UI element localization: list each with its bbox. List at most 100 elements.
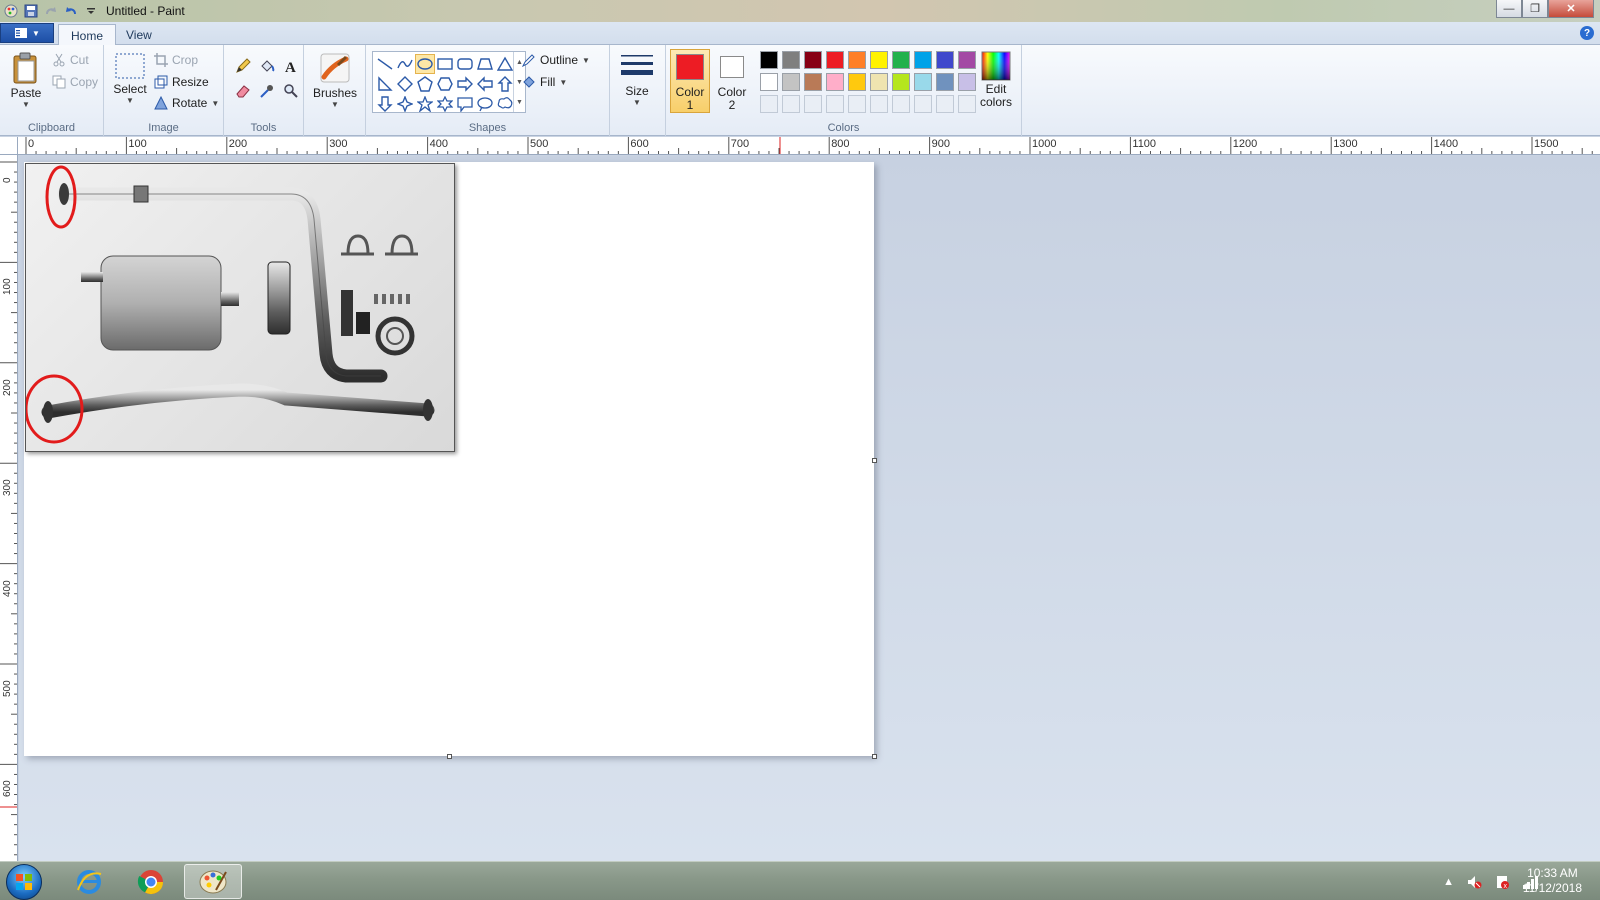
right-arrow-shape-icon[interactable] [455,74,475,94]
crop-button[interactable]: Crop [154,51,198,69]
palette-custom-slot-1[interactable] [782,95,800,113]
taskbar-paint[interactable] [184,864,242,899]
five-point-star-shape-icon[interactable] [415,94,435,114]
diamond-shape-icon[interactable] [395,74,415,94]
palette-custom-slot-8[interactable] [936,95,954,113]
redo-icon[interactable] [42,2,60,20]
size-button[interactable]: Size ▼ [618,51,656,107]
palette-color-r1-0[interactable] [760,51,778,69]
image-group-label: Image [148,122,179,134]
paint-menu-button[interactable]: ▼ [0,23,54,43]
palette-color-r1-7[interactable] [914,51,932,69]
canvas-resize-handle-corner[interactable] [872,754,877,759]
palette-color-r1-5[interactable] [870,51,888,69]
action-center-icon[interactable]: x [1494,874,1510,890]
palette-custom-slot-9[interactable] [958,95,976,113]
palette-custom-slot-7[interactable] [914,95,932,113]
pencil-icon[interactable] [232,55,254,77]
palette-color-r1-8[interactable] [936,51,954,69]
chevron-down-icon: ▼ [22,100,30,109]
taskbar-clock[interactable]: 10:33 AM 11/12/2018 [1523,866,1582,896]
show-hidden-icons-icon[interactable]: ▲ [1443,876,1454,888]
paint-menu-icon [15,28,28,38]
resize-button[interactable]: Resize [154,73,209,91]
palette-color-r1-3[interactable] [826,51,844,69]
magnifier-icon[interactable] [280,80,302,102]
right-triangle-shape-icon[interactable] [375,74,395,94]
palette-custom-slot-3[interactable] [826,95,844,113]
eraser-icon[interactable] [232,80,254,102]
rect-callout-shape-icon[interactable] [455,94,475,114]
palette-color-r2-8[interactable] [936,73,954,91]
minimize-button[interactable]: — [1496,0,1522,18]
canvas-resize-handle-bottom[interactable] [447,754,452,759]
taskbar-chrome[interactable] [122,864,180,899]
paste-button[interactable]: Paste ▼ [8,51,44,109]
cut-button[interactable]: Cut [52,51,89,69]
close-button[interactable]: ✕ [1548,0,1594,18]
copy-button[interactable]: Copy [52,73,98,91]
expand-gallery-icon[interactable]: ▼ [516,99,523,106]
up-arrow-shape-icon[interactable] [495,74,515,94]
color-picker-icon[interactable] [256,80,278,102]
palette-color-r2-1[interactable] [782,73,800,91]
palette-custom-slot-2[interactable] [804,95,822,113]
cloud-callout-shape-icon[interactable] [495,94,515,114]
hexagon-shape-icon[interactable] [435,74,455,94]
save-icon[interactable] [22,2,40,20]
palette-custom-slot-5[interactable] [870,95,888,113]
palette-color-r2-7[interactable] [914,73,932,91]
palette-custom-slot-0[interactable] [760,95,778,113]
oval-callout-shape-icon[interactable] [475,94,495,114]
oval-shape-icon[interactable] [415,54,435,74]
paint-app-icon[interactable] [2,2,20,20]
four-point-star-shape-icon[interactable] [395,94,415,114]
rectangle-shape-icon[interactable] [435,54,455,74]
rotate-button[interactable]: Rotate ▼ [154,94,219,112]
restore-button[interactable]: ❐ [1522,0,1548,18]
pasted-exhaust-kit-image[interactable] [25,163,455,452]
customize-qat-icon[interactable] [82,2,100,20]
start-button[interactable] [6,864,42,900]
color1-button[interactable]: Color 1 [670,49,710,113]
canvas-resize-handle-right[interactable] [872,458,877,463]
color2-button[interactable]: Color 2 [712,49,752,113]
outline-button[interactable]: Outline ▼ [522,51,590,69]
fill-button[interactable]: Fill ▼ [522,73,567,91]
palette-color-r1-2[interactable] [804,51,822,69]
help-icon[interactable]: ? [1580,26,1594,40]
six-point-star-shape-icon[interactable] [435,94,455,114]
down-arrow-shape-icon[interactable] [375,94,395,114]
palette-color-r2-6[interactable] [892,73,910,91]
left-arrow-shape-icon[interactable] [475,74,495,94]
curve-shape-icon[interactable] [395,54,415,74]
palette-color-r1-9[interactable] [958,51,976,69]
text-icon[interactable]: A [280,55,302,77]
rounded-rectangle-shape-icon[interactable] [455,54,475,74]
tab-view[interactable]: View [114,24,164,46]
palette-custom-slot-6[interactable] [892,95,910,113]
chevron-down-icon: ▼ [582,55,590,65]
palette-color-r2-5[interactable] [870,73,888,91]
pentagon-shape-icon[interactable] [415,74,435,94]
taskbar-internet-explorer[interactable] [60,864,118,899]
palette-color-r2-0[interactable] [760,73,778,91]
palette-color-r1-6[interactable] [892,51,910,69]
tab-home[interactable]: Home [58,24,117,46]
undo-icon[interactable] [62,2,80,20]
triangle-shape-icon[interactable] [495,54,515,74]
palette-color-r1-1[interactable] [782,51,800,69]
palette-color-r2-9[interactable] [958,73,976,91]
brushes-button[interactable]: Brushes ▼ [312,51,358,109]
polygon-shape-icon[interactable] [475,54,495,74]
edit-colors-button[interactable]: Edit colors [976,51,1016,109]
palette-custom-slot-4[interactable] [848,95,866,113]
palette-color-r2-3[interactable] [826,73,844,91]
fill-icon[interactable] [256,55,278,77]
select-button[interactable]: Select ▼ [112,51,148,105]
volume-muted-icon[interactable] [1466,874,1482,890]
palette-color-r2-2[interactable] [804,73,822,91]
line-shape-icon[interactable] [375,54,395,74]
palette-color-r2-4[interactable] [848,73,866,91]
palette-color-r1-4[interactable] [848,51,866,69]
